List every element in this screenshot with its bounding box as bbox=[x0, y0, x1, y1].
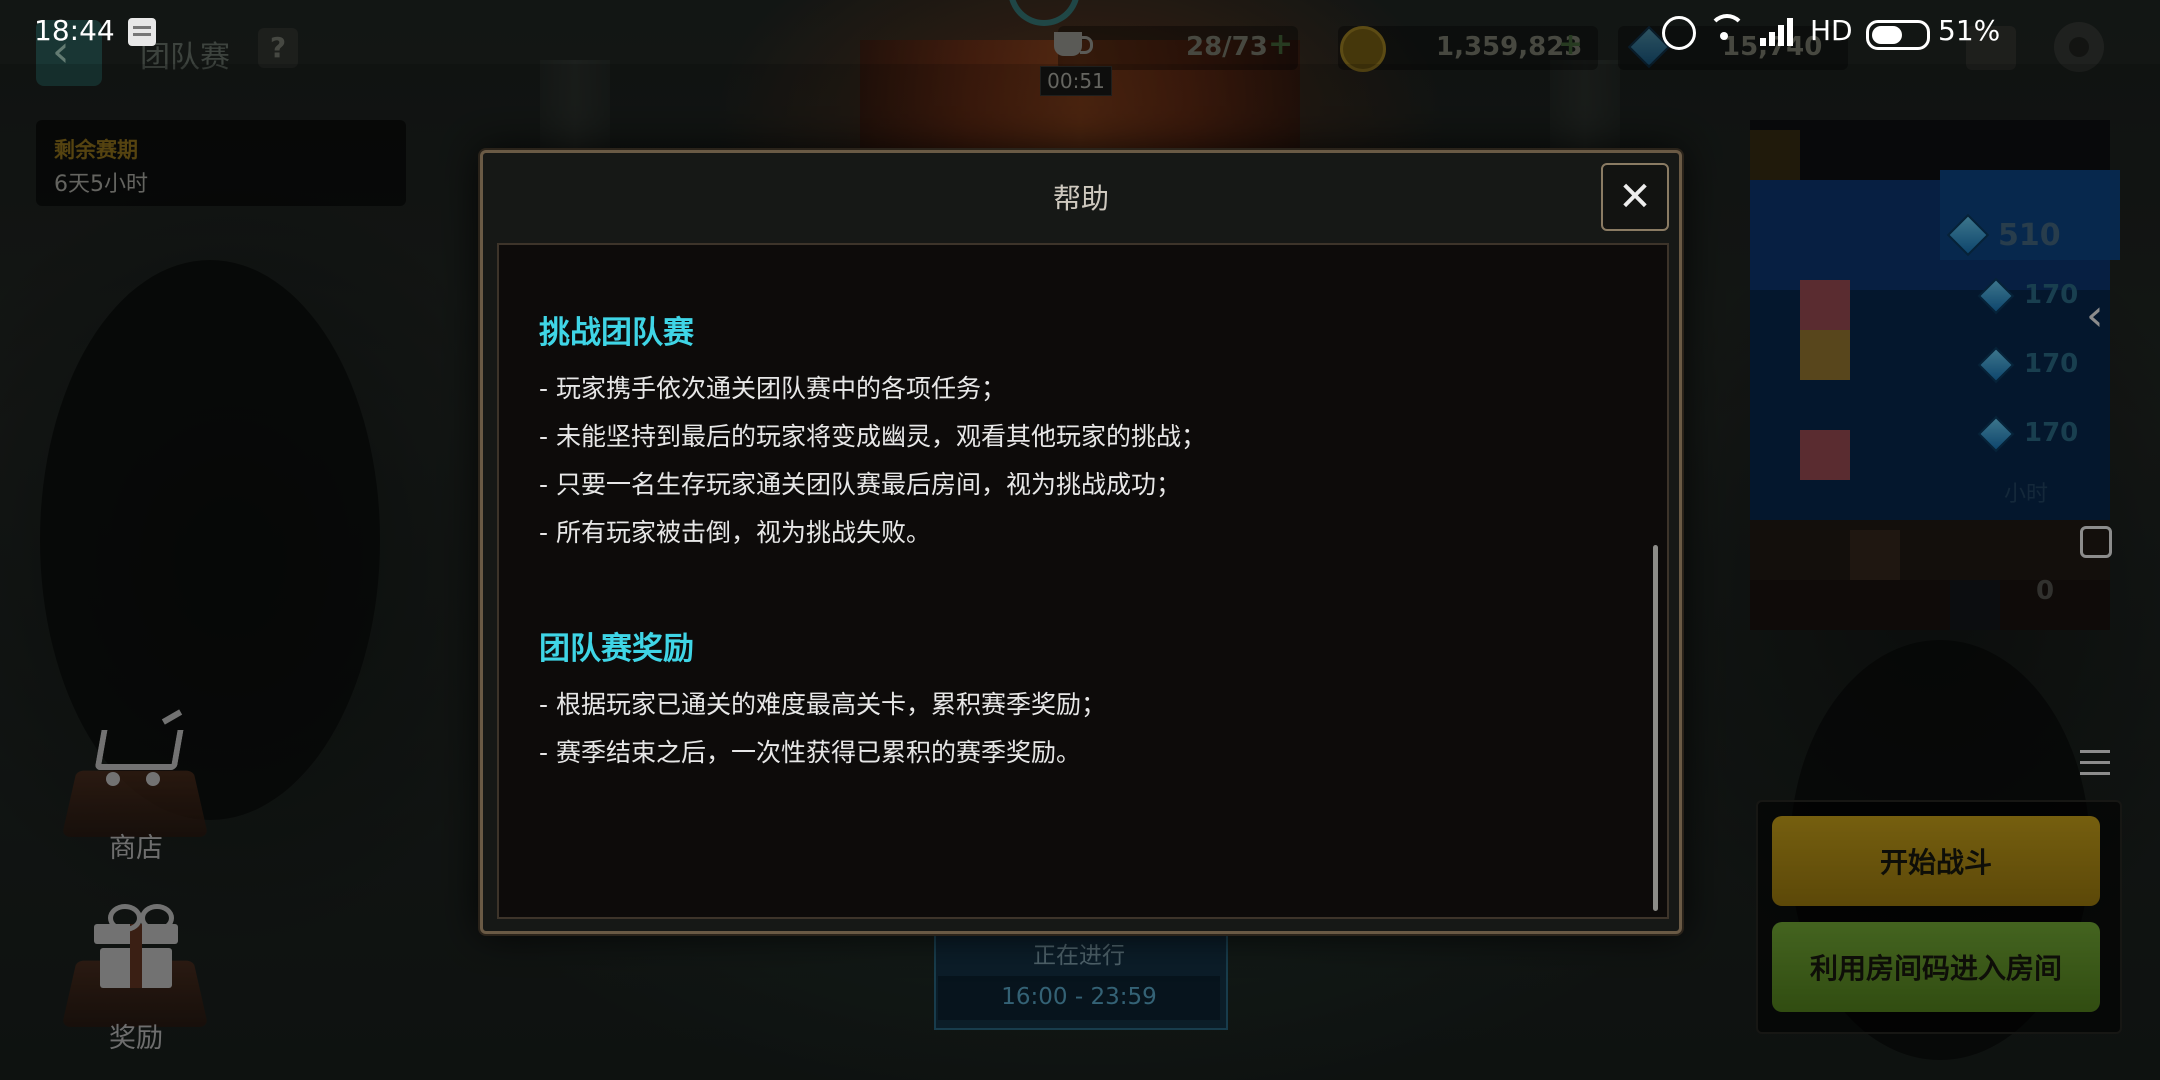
help-dialog: 帮助 ✕ 挑战团队赛 - 玩家携手依次通关团队赛中的各项任务； - 未能坚持到最… bbox=[480, 150, 1682, 934]
network-type: HD bbox=[1810, 14, 1853, 47]
section-title: 团队赛奖励 bbox=[539, 631, 694, 667]
battery-percent: 51% bbox=[1938, 14, 2001, 47]
help-line: - 赛季结束之后，一次性获得已累积的赛季奖励。 bbox=[539, 738, 1081, 767]
help-line: - 所有玩家被击倒，视为挑战失败。 bbox=[539, 518, 931, 547]
alarm-icon bbox=[1662, 16, 1696, 50]
dialog-title: 帮助 bbox=[1052, 182, 1109, 215]
signal-icon bbox=[1760, 16, 1800, 46]
help-line: - 未能坚持到最后的玩家将变成幽灵，观看其他玩家的挑战； bbox=[539, 422, 1206, 451]
help-content[interactable]: 挑战团队赛 - 玩家携手依次通关团队赛中的各项任务； - 未能坚持到最后的玩家将… bbox=[497, 243, 1669, 919]
status-time: 18:44 bbox=[34, 14, 115, 47]
battery-icon bbox=[1866, 20, 1930, 50]
close-icon: ✕ bbox=[1618, 174, 1652, 220]
help-line: - 玩家携手依次通关团队赛中的各项任务； bbox=[539, 374, 1006, 403]
notification-icon bbox=[128, 18, 156, 46]
help-line: - 根据玩家已通关的难度最高关卡，累积赛季奖励； bbox=[539, 690, 1106, 719]
scrollbar[interactable] bbox=[1653, 545, 1658, 911]
wifi-icon bbox=[1708, 14, 1746, 46]
help-line: - 只要一名生存玩家通关团队赛最后房间，视为挑战成功； bbox=[539, 470, 1181, 499]
section-title: 挑战团队赛 bbox=[539, 315, 694, 351]
close-button[interactable]: ✕ bbox=[1601, 163, 1669, 231]
